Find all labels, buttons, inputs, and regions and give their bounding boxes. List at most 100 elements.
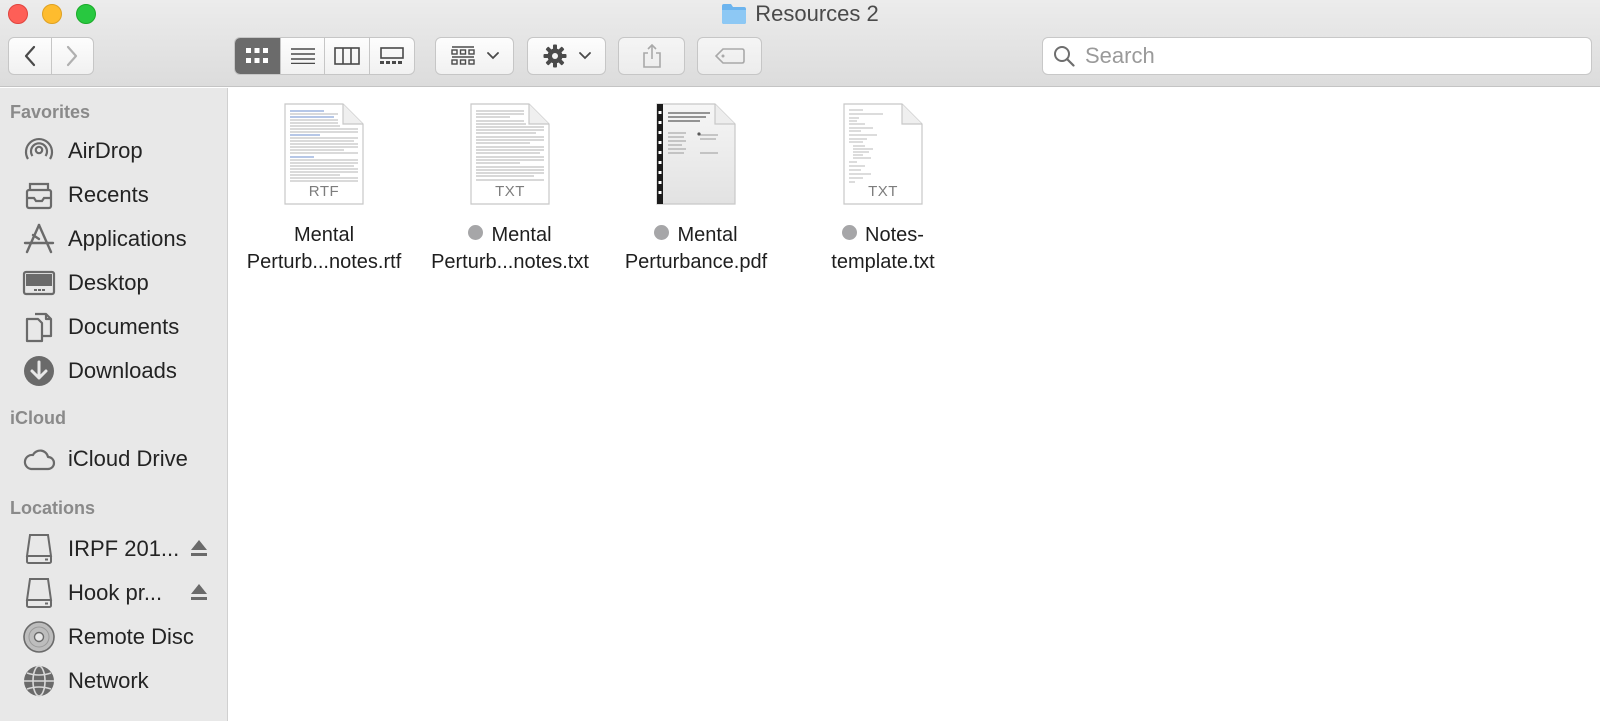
- file-name-line: Mental: [422, 222, 598, 249]
- list-view-button[interactable]: [279, 38, 325, 74]
- chevron-left-icon: [24, 45, 36, 67]
- sidebar-item-recents[interactable]: Recents: [22, 175, 222, 215]
- disk-icon: [22, 576, 56, 610]
- file-name-line: Perturbance.pdf: [624, 251, 768, 273]
- icloud-icon: [22, 442, 56, 476]
- applications-icon: [22, 222, 56, 256]
- window-title: Resources 2: [0, 1, 1600, 27]
- tags-button[interactable]: [697, 37, 762, 75]
- file-item[interactable]: Mental Perturbance.pdf: [608, 103, 784, 276]
- file-name-line: Perturb...notes.rtf: [246, 251, 402, 273]
- back-button[interactable]: [9, 38, 51, 74]
- chevron-down-icon: [578, 52, 591, 60]
- action-menu-button[interactable]: [527, 37, 606, 75]
- file-name: Mental Perturbance.pdf: [608, 222, 784, 276]
- sidebar-item-label: Recents: [68, 182, 149, 207]
- icon-view-button[interactable]: [235, 38, 280, 74]
- group-by-button[interactable]: [435, 37, 514, 75]
- file-item[interactable]: TXT Notes- template.txt: [795, 103, 971, 276]
- gray-tag-dot: [654, 225, 670, 240]
- share-icon: [642, 44, 661, 68]
- sidebar-item-label: Hook pr...: [68, 580, 163, 605]
- file-name-line: Perturb...notes.txt: [431, 251, 589, 273]
- desktop-icon: [22, 266, 56, 300]
- list-icon: [290, 48, 315, 64]
- file-browser: RTF Mental Perturb...notes.rtf TXT Menta…: [229, 88, 1600, 721]
- icon-grid-icon: [246, 48, 269, 63]
- sidebar-item-irpf[interactable]: IRPF 201...: [22, 529, 222, 569]
- txt-document-icon: TXT: [470, 103, 550, 205]
- column-view-button[interactable]: [324, 38, 369, 74]
- gray-tag-dot: [468, 225, 484, 240]
- recents-icon: [22, 178, 56, 212]
- window-title-text: Resources 2: [755, 1, 879, 26]
- gray-tag-dot: [842, 225, 858, 240]
- folder-icon: [721, 3, 747, 25]
- sidebar-item-label: Applications: [68, 226, 187, 251]
- file-name: Notes- template.txt: [795, 222, 971, 276]
- navigation-buttons: [8, 37, 94, 75]
- sidebar-item-label: Network: [68, 668, 149, 693]
- favorites-header: Favorites: [10, 102, 91, 122]
- sidebar-item-label: Remote Disc: [68, 624, 194, 649]
- file-name: Mental Perturb...notes.rtf: [236, 222, 412, 276]
- file-name-line: Mental: [293, 224, 355, 246]
- search-input[interactable]: [1085, 43, 1591, 69]
- file-name-text: Mental: [491, 224, 552, 246]
- file-name-line: Mental: [608, 222, 784, 249]
- file-name-text: Notes-: [865, 224, 924, 246]
- sidebar-item-label: Documents: [68, 314, 180, 339]
- txt-document-icon: TXT: [843, 103, 923, 205]
- search-icon: [1054, 46, 1075, 67]
- gallery-view-button[interactable]: [369, 38, 414, 74]
- chevron-right-icon: [67, 45, 78, 67]
- chevron-down-icon: [486, 52, 499, 60]
- network-icon: [22, 664, 56, 698]
- file-name-line: template.txt: [831, 251, 935, 273]
- share-button[interactable]: [618, 37, 685, 75]
- sidebar: Favorites AirDrop Recents Applications D…: [0, 88, 228, 721]
- sidebar-item-label: IRPF 201...: [68, 536, 180, 561]
- file-type-label: TXT: [495, 183, 525, 200]
- locations-header: Locations: [10, 498, 96, 518]
- sidebar-item-desktop[interactable]: Desktop: [22, 263, 222, 303]
- file-item[interactable]: RTF Mental Perturb...notes.rtf: [236, 103, 412, 276]
- file-type-label: TXT: [868, 183, 898, 200]
- sidebar-item-label: AirDrop: [68, 138, 143, 163]
- tag-icon: [714, 48, 745, 64]
- sidebar-item-network[interactable]: Network: [22, 661, 222, 701]
- file-type-label: RTF: [308, 183, 340, 200]
- file-name-line: Notes-: [795, 222, 971, 249]
- sidebar-item-applications[interactable]: Applications: [22, 219, 222, 259]
- file-name-text: Mental: [677, 224, 738, 246]
- file-name: Mental Perturb...notes.txt: [422, 222, 598, 276]
- downloads-icon: [22, 354, 56, 388]
- eject-icon[interactable]: [190, 538, 208, 564]
- sidebar-item-label: Desktop: [68, 270, 149, 295]
- sidebar-item-label: Downloads: [68, 358, 177, 383]
- sidebar-item-downloads[interactable]: Downloads: [22, 351, 222, 391]
- forward-button[interactable]: [50, 38, 93, 74]
- airdrop-icon: [22, 134, 56, 168]
- sidebar-item-icloud-drive[interactable]: iCloud Drive: [22, 439, 222, 479]
- sidebar-item-label: iCloud Drive: [68, 446, 188, 471]
- sidebar-item-airdrop[interactable]: AirDrop: [22, 131, 222, 171]
- search-field[interactable]: [1042, 37, 1592, 75]
- remote-disc-icon: [22, 620, 56, 654]
- columns-icon: [334, 47, 361, 65]
- icloud-header: iCloud: [10, 408, 66, 428]
- documents-icon: [22, 310, 56, 344]
- sidebar-item-remote-disc[interactable]: Remote Disc: [22, 617, 222, 657]
- pdf-document-icon: [656, 103, 736, 205]
- rtf-document-icon: RTF: [284, 103, 364, 205]
- gallery-icon: [380, 47, 404, 64]
- gear-icon: [543, 44, 566, 68]
- sidebar-item-hook[interactable]: Hook pr...: [22, 573, 222, 613]
- group-icon: [450, 46, 475, 65]
- view-mode-control: [234, 37, 415, 75]
- sidebar-item-documents[interactable]: Documents: [22, 307, 222, 347]
- toolbar: Resources 2: [0, 0, 1600, 87]
- file-item[interactable]: TXT Mental Perturb...notes.txt: [422, 103, 598, 276]
- eject-icon[interactable]: [190, 582, 208, 608]
- disk-icon: [22, 532, 56, 566]
